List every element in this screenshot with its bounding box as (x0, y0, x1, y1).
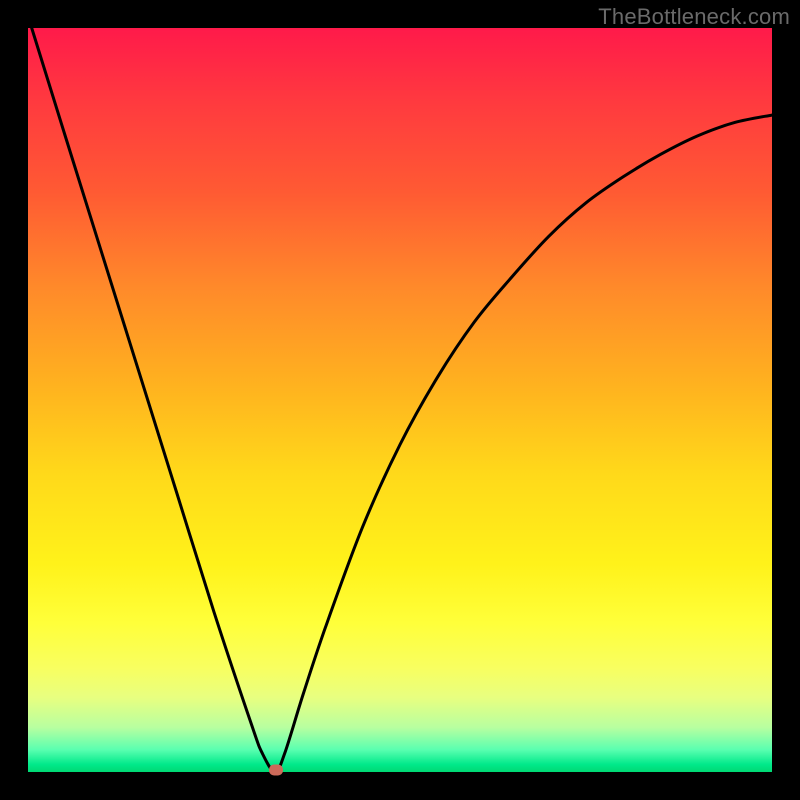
plot-area (28, 28, 772, 772)
minimum-marker (269, 765, 283, 776)
watermark-text: TheBottleneck.com (598, 4, 790, 30)
curve-svg (28, 28, 772, 772)
chart-frame: TheBottleneck.com (0, 0, 800, 800)
bottleneck-curve (32, 28, 772, 772)
